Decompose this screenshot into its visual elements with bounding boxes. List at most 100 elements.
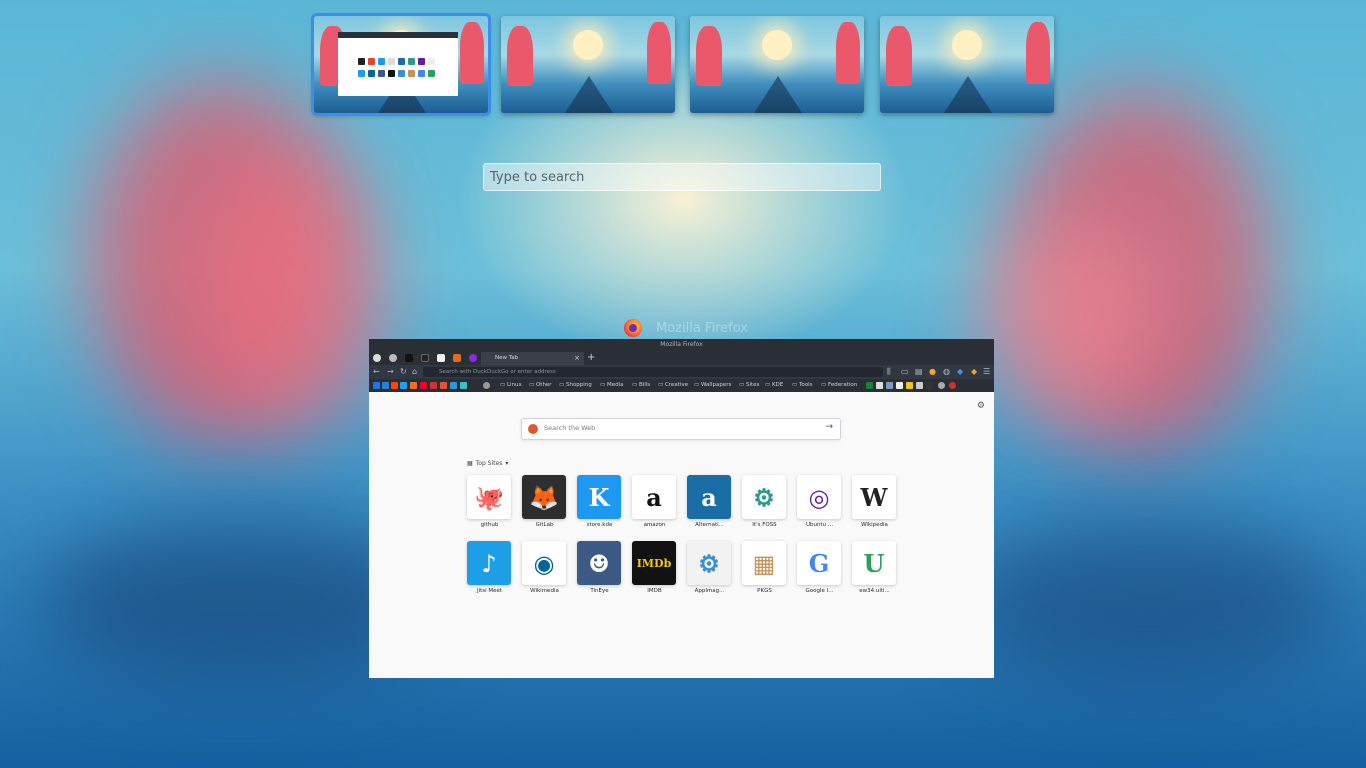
top-site-tile[interactable]: ◎ Ubuntu ...	[797, 475, 842, 528]
bookmark-icon[interactable]	[430, 382, 437, 389]
top-site-tile[interactable]: ▦ PKGS	[742, 541, 787, 594]
top-site-label: Jitsi Meet	[476, 588, 503, 594]
bookmark-icon[interactable]	[450, 382, 457, 389]
desktop-thumbnail-4[interactable]	[880, 16, 1054, 113]
bookmark-folder[interactable]: ▭ Media	[600, 382, 623, 389]
firefox-window[interactable]: Mozilla Firefox New Tab × + ← → ↻ ⌂ Sear…	[369, 339, 994, 678]
reload-icon[interactable]: ↻	[400, 367, 407, 377]
wikipedia-icon: W	[852, 475, 896, 519]
top-site-tile[interactable]: IMDb IMDB	[632, 541, 677, 594]
bookmark-icon[interactable]	[906, 382, 913, 389]
top-site-label: amazon	[643, 522, 666, 528]
pinned-tab-icon[interactable]	[421, 354, 429, 362]
top-site-label: Ubuntu ...	[805, 522, 834, 528]
bookmark-folder[interactable]: ▭ Other	[529, 382, 552, 389]
top-site-tile[interactable]: 🐙 github	[467, 475, 512, 528]
wallpaper-sail-right-2	[980, 220, 1160, 420]
bookmark-icon[interactable]	[400, 382, 407, 389]
kde-icon: K	[577, 475, 621, 519]
tab-new-tab[interactable]: New Tab ×	[481, 352, 584, 365]
bookmark-folder[interactable]: ▭ Shopping	[559, 382, 592, 389]
wallpaper-sail-left-2	[200, 150, 380, 430]
bookmark-folder[interactable]: ▭ Federation	[821, 382, 857, 389]
top-site-label: Wikimedia	[530, 588, 559, 594]
web-search-placeholder: Search the Web	[544, 424, 596, 432]
back-icon[interactable]: ←	[373, 367, 380, 377]
pinned-tab-icon[interactable]	[389, 354, 397, 362]
top-site-label: ew34.ulti...	[859, 588, 890, 594]
top-site-tile[interactable]: ◉ Wikimedia	[522, 541, 567, 594]
navigation-toolbar: ← → ↻ ⌂ Search with DuckDuckGo or enter …	[369, 365, 994, 379]
extension-icon[interactable]: ◆	[957, 367, 963, 377]
extension-icon[interactable]: ◆	[971, 367, 977, 377]
bookmark-folder[interactable]: ▭ Bills	[632, 382, 650, 389]
bookmark-icon[interactable]	[440, 382, 447, 389]
globe-icon[interactable]	[938, 382, 945, 389]
library-icon[interactable]: ⫼	[887, 367, 891, 377]
pinned-tab-icon[interactable]	[373, 354, 381, 362]
desktop-thumbnail-3[interactable]	[690, 16, 864, 113]
home-icon[interactable]: ⌂	[412, 367, 417, 377]
extension-icon[interactable]: ▭	[901, 367, 909, 377]
pinned-tab-icon[interactable]	[469, 354, 477, 362]
bookmark-icon[interactable]	[373, 382, 380, 389]
forward-icon[interactable]: →	[387, 367, 394, 377]
bookmark-icon[interactable]	[949, 382, 956, 389]
top-site-tile[interactable]: Uew34.ulti...	[852, 541, 897, 594]
arrow-right-icon[interactable]: →	[825, 422, 833, 432]
grid-icon: ▦	[467, 460, 473, 467]
desktop-thumbnail-2[interactable]	[501, 16, 675, 113]
top-site-tile[interactable]: a Alternati...	[687, 475, 732, 528]
pinned-tab-icon[interactable]	[405, 354, 413, 362]
top-site-tile[interactable]: G Google I...	[797, 541, 842, 594]
top-site-label: PKGS	[757, 588, 772, 594]
bookmark-folder[interactable]: ▭ Creative	[658, 382, 688, 389]
tineye-icon: ☻	[577, 541, 621, 585]
top-site-tile[interactable]: ⚙ It's FOSS	[742, 475, 787, 528]
overview-search-input[interactable]: Type to search	[483, 163, 881, 191]
imdb-icon: IMDb	[632, 541, 676, 585]
gear-icon[interactable]: ⚙	[977, 401, 985, 411]
pinned-tab-icon[interactable]	[437, 354, 445, 362]
bookmark-icon[interactable]	[866, 382, 873, 389]
globe-icon[interactable]	[483, 382, 490, 389]
bookmark-folder[interactable]: ▭ Sites	[739, 382, 759, 389]
window-titlebar[interactable]: Mozilla Firefox	[369, 339, 994, 351]
bookmark-icon[interactable]	[876, 382, 883, 389]
bookmark-icon[interactable]	[391, 382, 398, 389]
pinned-tab-icon[interactable]	[453, 354, 461, 362]
bookmark-icon[interactable]	[926, 382, 933, 389]
extension-icon[interactable]: ◍	[943, 367, 950, 377]
extension-icon[interactable]: ▤	[915, 367, 923, 377]
bookmark-icon[interactable]	[420, 382, 427, 389]
top-site-tile[interactable]: 🦊 GitLab	[522, 475, 567, 528]
top-site-tile[interactable]: ♪ Jitsi Meet	[467, 541, 512, 594]
top-site-label: It's FOSS	[752, 522, 777, 528]
bookmark-folder[interactable]: ▭ Linux	[500, 382, 522, 389]
extension-icon[interactable]: ●	[929, 367, 936, 377]
web-search-input[interactable]: Search the Web →	[521, 418, 841, 440]
top-site-tile[interactable]: Kstore.kde	[577, 475, 622, 528]
bookmark-icon[interactable]	[916, 382, 923, 389]
bookmark-folder[interactable]: ▭ Tools	[792, 382, 813, 389]
menu-icon[interactable]: ☰	[983, 367, 990, 377]
chevron-down-icon: ▾	[505, 460, 509, 467]
bookmark-icon[interactable]	[896, 382, 903, 389]
bookmark-icon[interactable]	[410, 382, 417, 389]
bookmark-icon[interactable]	[460, 382, 467, 389]
url-bar[interactable]: Search with DuckDuckGo or enter address	[423, 367, 883, 377]
top-site-tile[interactable]: W Wikipedia	[852, 475, 897, 528]
bookmark-folder[interactable]: ▭ Wallpapers	[694, 382, 731, 389]
new-tab-button[interactable]: +	[587, 351, 595, 364]
top-site-label: IMDB	[647, 588, 662, 594]
bookmark-icon[interactable]	[886, 382, 893, 389]
desktop-thumbnail-1[interactable]	[311, 13, 491, 116]
url-placeholder: Search with DuckDuckGo or enter address	[439, 369, 556, 375]
top-sites-header[interactable]: ▦ Top Sites ▾	[467, 460, 508, 467]
bookmark-folder[interactable]: ▭ KDE	[765, 382, 783, 389]
top-site-tile[interactable]: ☻ TinEye	[577, 541, 622, 594]
top-site-tile[interactable]: ⚙ AppImag...	[687, 541, 732, 594]
close-tab-icon[interactable]: ×	[574, 352, 580, 365]
top-site-tile[interactable]: a amazon	[632, 475, 677, 528]
bookmark-icon[interactable]	[382, 382, 389, 389]
